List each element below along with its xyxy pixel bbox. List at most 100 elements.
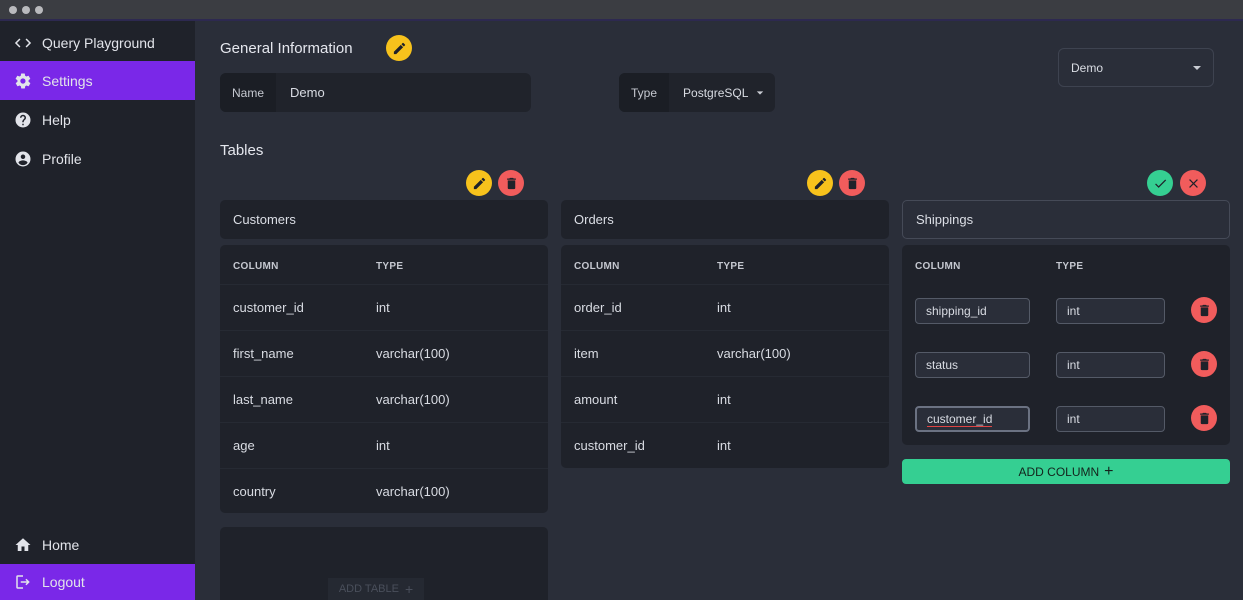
confirm-edit-button[interactable] (1147, 170, 1173, 196)
column-name-input[interactable]: shipping_id (915, 298, 1030, 324)
database-select-value: Demo (1071, 60, 1104, 75)
type-label: Type (619, 73, 670, 112)
sidebar-item-label: Query Playground (42, 34, 155, 51)
trash-icon (1199, 412, 1209, 424)
column-name: first_name (233, 346, 294, 361)
table-row: customer_id int (561, 422, 889, 468)
database-select[interactable]: Demo (1058, 48, 1214, 87)
pencil-icon (814, 177, 826, 189)
sidebar: Query Playground Settings Help Profile H… (0, 21, 195, 600)
trash-icon (1199, 358, 1209, 370)
help-icon (14, 111, 32, 129)
column-type: varchar(100) (376, 392, 450, 407)
sidebar-item-label: Settings (42, 72, 93, 89)
column-type: int (376, 438, 390, 453)
plus-icon: + (404, 581, 414, 597)
close-icon (1188, 178, 1198, 188)
sidebar-item-label: Logout (42, 574, 85, 590)
table-row: first_name varchar(100) (220, 330, 548, 376)
table-row: last_name varchar(100) (220, 376, 548, 422)
tables-title: Tables (220, 142, 264, 159)
column-type-input[interactable]: int (1056, 298, 1165, 324)
home-icon (14, 536, 32, 554)
table-row: country varchar(100) (220, 468, 548, 514)
column-type: varchar(100) (717, 346, 791, 361)
edit-general-button[interactable] (386, 35, 412, 61)
table-row: customer_id int (220, 284, 548, 330)
sidebar-item-profile[interactable]: Profile (0, 139, 195, 178)
add-column-label: ADD COLUMN (1018, 464, 1100, 479)
delete-column-button[interactable] (1191, 297, 1217, 323)
type-select[interactable]: Type PostgreSQL (619, 73, 775, 112)
column-name-input[interactable]: status (915, 352, 1030, 378)
cancel-edit-button[interactable] (1180, 170, 1206, 196)
sidebar-item-label: Profile (42, 150, 82, 167)
add-table-button[interactable]: ADD TABLE + (328, 578, 424, 600)
main-content: General Information Demo Name Demo Type … (195, 21, 1243, 600)
sidebar-item-settings[interactable]: Settings (0, 61, 195, 100)
column-type: varchar(100) (376, 346, 450, 361)
column-type: int (717, 392, 731, 407)
trash-icon (847, 177, 857, 189)
window-close-dot[interactable] (9, 6, 17, 14)
pencil-icon (393, 42, 405, 54)
trash-icon (1199, 304, 1209, 316)
chevron-down-icon (757, 90, 764, 95)
add-table-label: ADD TABLE (338, 583, 399, 595)
column-name: amount (574, 392, 618, 407)
table-card-customers: COLUMN TYPE customer_id int first_name v… (220, 245, 548, 513)
sidebar-item-logout[interactable]: Logout (0, 564, 195, 600)
table-name-input[interactable]: Shippings (902, 200, 1230, 239)
type-header: TYPE (717, 261, 745, 272)
sidebar-item-home[interactable]: Home (0, 525, 195, 564)
edit-table-button[interactable] (466, 170, 492, 196)
window-titlebar (0, 0, 1243, 21)
table-name[interactable]: Customers (220, 200, 548, 239)
delete-column-button[interactable] (1191, 405, 1217, 431)
column-name: order_id (574, 300, 622, 315)
column-type: int (376, 300, 390, 315)
add-column-button[interactable]: ADD COLUMN + (902, 459, 1230, 484)
sidebar-item-help[interactable]: Help (0, 100, 195, 139)
window-minimize-dot[interactable] (22, 6, 30, 14)
column-name: item (574, 346, 599, 361)
name-value[interactable]: Demo (276, 85, 339, 100)
code-icon (14, 34, 32, 52)
chevron-down-icon (1193, 65, 1201, 70)
profile-icon (14, 150, 32, 168)
column-type: int (717, 438, 731, 453)
column-header: COLUMN (574, 261, 620, 272)
table-row: order_id int (561, 284, 889, 330)
table-row: age int (220, 422, 548, 468)
delete-column-button[interactable] (1191, 351, 1217, 377)
column-type: int (717, 300, 731, 315)
column-type-input[interactable]: int (1056, 406, 1165, 432)
name-field[interactable]: Name Demo (220, 73, 531, 112)
column-name-input[interactable]: customer_id (915, 406, 1030, 432)
column-name: customer_id (574, 438, 645, 453)
column-type-input[interactable]: int (1056, 352, 1165, 378)
table-card-orders: COLUMN TYPE order_id int item varchar(10… (561, 245, 889, 468)
table-row: amount int (561, 376, 889, 422)
type-header: TYPE (376, 261, 404, 272)
add-table-card: ADD TABLE + (220, 527, 548, 600)
gear-icon (14, 72, 32, 90)
column-header: COLUMN (233, 261, 279, 272)
table-name[interactable]: Orders (561, 200, 889, 239)
plus-icon: + (1104, 462, 1114, 480)
delete-table-button[interactable] (839, 170, 865, 196)
delete-table-button[interactable] (498, 170, 524, 196)
edit-table-button[interactable] (807, 170, 833, 196)
logout-icon (14, 573, 32, 591)
sidebar-item-query-playground[interactable]: Query Playground (0, 23, 195, 62)
name-label: Name (220, 73, 277, 112)
table-card-shippings: COLUMN TYPE shipping_id int status int c… (902, 245, 1230, 445)
sidebar-item-label: Help (42, 111, 71, 128)
sidebar-item-label: Home (42, 536, 80, 553)
general-information-title: General Information (220, 40, 353, 57)
column-name: age (233, 438, 255, 453)
type-header: TYPE (1056, 261, 1084, 272)
column-name: last_name (233, 392, 293, 407)
window-maximize-dot[interactable] (35, 6, 43, 14)
check-icon (1154, 179, 1166, 188)
